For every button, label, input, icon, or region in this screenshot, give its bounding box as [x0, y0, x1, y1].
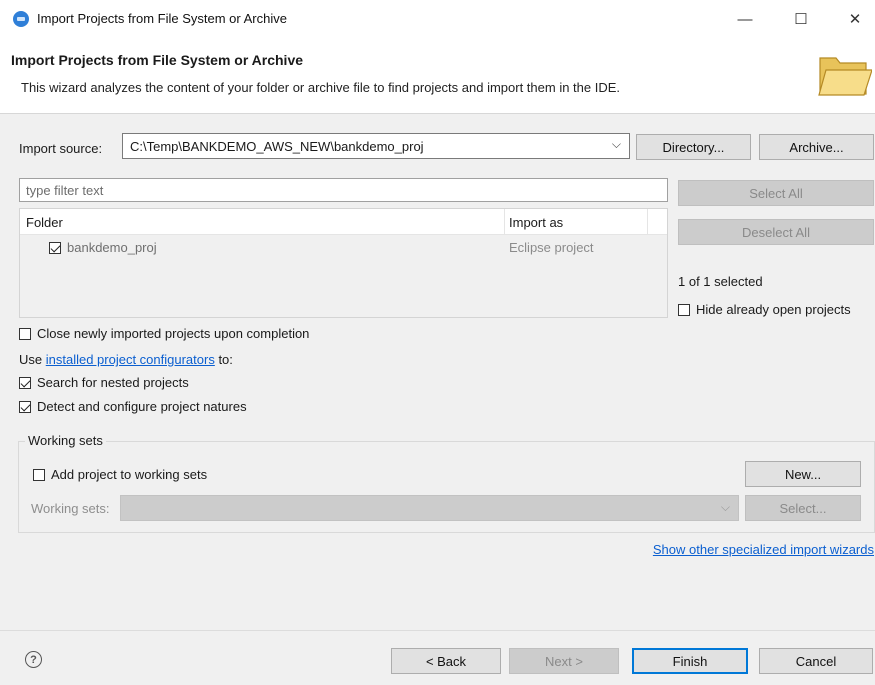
table-header [20, 209, 667, 235]
use-suffix: to: [214, 352, 233, 367]
footer-divider [0, 630, 875, 631]
deselect-all-button[interactable]: Deselect All [678, 219, 874, 245]
working-sets-group-label: Working sets [25, 433, 106, 448]
configurators-line: Use installed project configurators to: [19, 352, 233, 367]
wizard-header [0, 38, 875, 114]
column-import-as[interactable]: Import as [509, 215, 563, 230]
chevron-down-icon: ⌵ [611, 137, 621, 151]
project-folder-name[interactable]: bankdemo_proj [67, 240, 157, 255]
select-all-button[interactable]: Select All [678, 180, 874, 206]
directory-button[interactable]: Directory... [636, 134, 751, 160]
working-sets-combo[interactable]: ⌵ [120, 495, 739, 521]
detect-natures-label[interactable]: Detect and configure project natures [37, 399, 247, 414]
search-nested-checkbox[interactable] [19, 377, 31, 389]
working-sets-label: Working sets: [31, 501, 110, 516]
hide-open-label[interactable]: Hide already open projects [696, 302, 851, 317]
project-checkbox[interactable] [49, 242, 61, 254]
project-import-as: Eclipse project [509, 240, 594, 255]
close-button[interactable]: ✕ [833, 4, 875, 34]
search-nested-label[interactable]: Search for nested projects [37, 375, 189, 390]
wizard-title: Import Projects from File System or Arch… [11, 52, 304, 68]
app-icon [13, 11, 29, 27]
cancel-button[interactable]: Cancel [759, 648, 873, 674]
chevron-down-icon: ⌵ [720, 500, 730, 514]
maximize-button[interactable]: ☐ [779, 4, 823, 34]
use-prefix: Use [19, 352, 46, 367]
add-to-working-sets-label[interactable]: Add project to working sets [51, 467, 207, 482]
detect-natures-checkbox[interactable] [19, 401, 31, 413]
close-imported-label[interactable]: Close newly imported projects upon compl… [37, 326, 309, 341]
finish-button[interactable]: Finish [632, 648, 748, 674]
folder-icon [818, 57, 872, 96]
filter-input[interactable]: type filter text [19, 178, 668, 202]
wizard-description: This wizard analyzes the content of your… [21, 80, 621, 95]
select-working-sets-button[interactable]: Select... [745, 495, 861, 521]
import-source-combo[interactable]: C:\Temp\BANKDEMO_AWS_NEW\bankdemo_proj ⌵ [122, 133, 630, 159]
next-button[interactable]: Next > [509, 648, 619, 674]
other-import-wizards-link[interactable]: Show other specialized import wizards [653, 542, 874, 557]
help-icon[interactable]: ? [25, 651, 42, 668]
import-source-value: C:\Temp\BANKDEMO_AWS_NEW\bankdemo_proj [130, 139, 424, 154]
filter-placeholder: type filter text [26, 183, 104, 198]
column-divider [647, 209, 648, 234]
new-working-set-button[interactable]: New... [745, 461, 861, 487]
archive-button[interactable]: Archive... [759, 134, 874, 160]
projects-table: Folder Import as bankdemo_proj Eclipse p… [19, 208, 668, 318]
installed-configurators-link[interactable]: installed project configurators [46, 352, 215, 367]
back-button[interactable]: < Back [391, 648, 501, 674]
hide-open-checkbox[interactable] [678, 304, 690, 316]
add-to-working-sets-checkbox[interactable] [33, 469, 45, 481]
import-source-label: Import source: [19, 141, 103, 156]
selected-count: 1 of 1 selected [678, 274, 763, 289]
column-folder[interactable]: Folder [26, 215, 63, 230]
close-imported-checkbox[interactable] [19, 328, 31, 340]
window-title: Import Projects from File System or Arch… [37, 11, 287, 26]
column-divider [504, 209, 505, 234]
minimize-button[interactable]: — [723, 4, 767, 34]
